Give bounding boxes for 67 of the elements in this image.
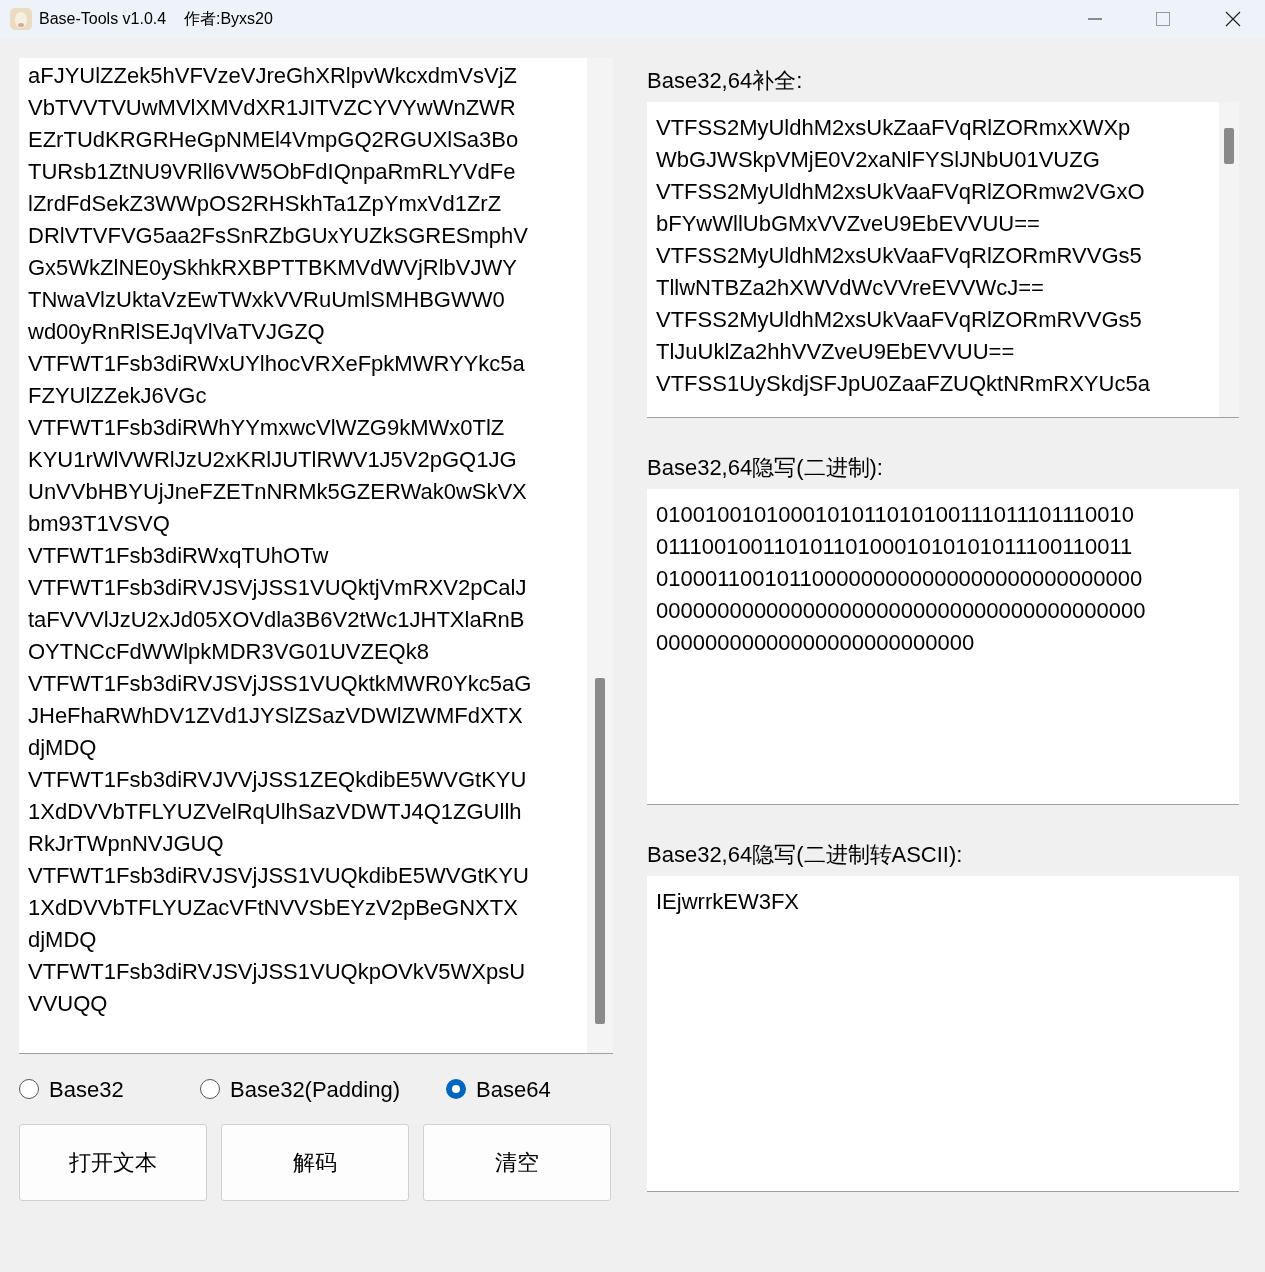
text-line: VTFWT1Fsb3diRVJSVjJSS1VUQkpOVkV5WXpsU [28,958,526,986]
text-line: EZrTUdKRGRHeGpNMEl4VmpGQ2RGUXlSa3Bo [28,126,519,154]
panel-label: Base32,64补全: [647,66,803,95]
window-title: Base-Tools v1.0.4 作者:Byxs20 [39,9,273,29]
text-line: UnVVbHBYUjJneFZETnNRMk5GZERWak0wSkVX [28,478,527,506]
text-line: wd00yRnRlSEJqVlVaTVJGZQ [28,318,325,346]
text-line: 1XdDVVbTFLYUZacVFtNVVSbEYzV2pBeGNXTX [28,894,518,922]
text-line: VTFWT1Fsb3diRWxqTUhOTw [28,542,329,570]
output-text-area[interactable] [647,102,1239,418]
text-line: FZYUlZZekJ6VGc [28,382,207,410]
text-line: VTFSS2MyUldhM2xsUkZaaFVqRlZORmxXWXp [656,114,1131,142]
text-line: VVUQQ [28,990,108,1018]
text-line: VTFSS2MyUldhM2xsUkVaaFVqRlZORmRVVGs5 [656,242,1142,270]
text-line: 0111001001101011010001010101011100110011 [656,533,1133,561]
text-line: OYTNCcFdWWlpkMDR3VG01UVZEQk8 [28,638,429,666]
text-line: Gx5WkZlNE0ySkhkRXBPTTBKMVdWVjRlbVJWY [28,254,517,282]
text-line: VTFWT1Fsb3diRVJSVjJSS1VUQktjVmRXV2pCalJ [28,574,527,602]
radio-option[interactable]: Base32 [19,1072,200,1106]
radio-option[interactable]: Base64 [446,1072,551,1106]
maximize-icon[interactable] [1155,11,1171,27]
text-line: WbGJWSkpVMjE0V2xaNlFYSlJNbU01VUZG [656,146,1100,174]
close-icon[interactable] [1225,11,1241,27]
panel-label: Base32,64隐写(二进制转ASCII): [647,840,963,869]
scrollbar-thumb[interactable] [595,678,605,1024]
text-line: bFYwWllUbGMxVVZveU9EbEVVUU== [656,210,1040,238]
text-line: TllwNTBZa2hXWVdWcVVreEVVWcJ== [656,274,1044,302]
radio-button[interactable] [200,1079,220,1099]
text-line: 0100100101000101011010100111011101110010 [656,501,1134,529]
text-line: TURsb1ZtNU9VRll6VW5ObFdIQnpaRmRLYVdFe [28,158,516,186]
text-line: RkJrTWpnNVJGUQ [28,830,224,858]
text-line: JHeFhaRWhDV1ZVd1JYSlZSazVDWlZWMFdXTX [28,702,523,730]
action-button[interactable]: 解码 [221,1124,409,1201]
text-line: VTFSS2MyUldhM2xsUkVaaFVqRlZORmRVVGs5 [656,306,1142,334]
text-line: VTFWT1Fsb3diRWxUYlhocVRXeFpkMWRYYkc5a [28,350,525,378]
text-line: VTFWT1Fsb3diRVJSVjJSS1VUQktkMWR0Ykc5aG [28,670,532,698]
text-line: VTFWT1Fsb3diRVJSVjJSS1VUQkdibE5WVGtKYU [28,862,529,890]
radio-button[interactable] [19,1079,39,1099]
radio-option[interactable]: Base32(Padding) [200,1072,446,1106]
text-line: VTFSS2MyUldhM2xsUkVaaFVqRlZORmw2VGxO [656,178,1145,206]
text-line: aFJYUlZZek5hVFVzeVJreGhXRlpvWkcxdmVsVjZ [28,62,517,90]
text-line: lZrdFdSekZ3WWpOS2RHSkhTa1ZpYmxVd1ZrZ [28,190,502,218]
output-text-area[interactable]: 0100100101000101011010100111011101110010 0111001001101011010001010101011100110011 0100011001011000000000000000000000000000 0000000000000000000000000000000000000000 00000000000000000000000000 [647,489,1239,805]
input-text-area[interactable] [19,58,613,1054]
text-line: VTFWT1Fsb3diRVJVVjJSS1ZEQkdibE5WVGtKYU [28,766,527,794]
text-line: taFVVVlJzU2xJd05XOVdla3B6V2tWc1JHTXlaRnB [28,606,525,634]
text-line: VbTVVTVUwMVlXMVdXR1JITVZCYVYwWnZWR [28,94,516,122]
text-line: 0100011001011000000000000000000000000000 [656,565,1143,593]
text-line: djMDQ [28,926,97,954]
text-line: 1XdDVVbTFLYUZVelRqUlhSazVDWTJ4Q1ZGUllh [28,798,522,826]
scrollbar-thumb[interactable] [1224,128,1234,164]
text-line: DRlVTVFVG5aa2FsSnRZbGUxYUZkSGRESmphV [28,222,529,250]
text-line: bm93T1VSVQ [28,510,170,538]
text-line: TNwaVlzUktaVzEwTWxkVVRuUmlSMHBGWW0 [28,286,505,314]
sheep-icon [9,7,33,31]
text-line: KYU1rWlVWRlJzU2xKRlJUTlRWV1J5V2pGQ1JG [28,446,517,474]
text-line: 00000000000000000000000000 [656,629,975,657]
action-button[interactable]: 清空 [423,1124,611,1201]
panel-label: Base32,64隐写(二进制): [647,453,883,482]
output-text-area[interactable]: IEjwrrkEW3FX [647,876,1239,1192]
text-line: IEjwrrkEW3FX [656,888,799,916]
text-line: VTFSS1UySkdjSFJpU0ZaaFZUQktNRmRXYUc5a [656,370,1150,398]
text-line: djMDQ [28,734,97,762]
text-line: TlJuUklZa2hhVVZveU9EbEVVUU== [656,338,1015,366]
text-line: VTFWT1Fsb3diRWhYYmxwcVlWZG9kMWx0TlZ [28,414,505,442]
action-button[interactable]: 打开文本 [19,1124,207,1201]
text-line: 0000000000000000000000000000000000000000 [656,597,1146,625]
radio-button[interactable] [446,1079,466,1099]
